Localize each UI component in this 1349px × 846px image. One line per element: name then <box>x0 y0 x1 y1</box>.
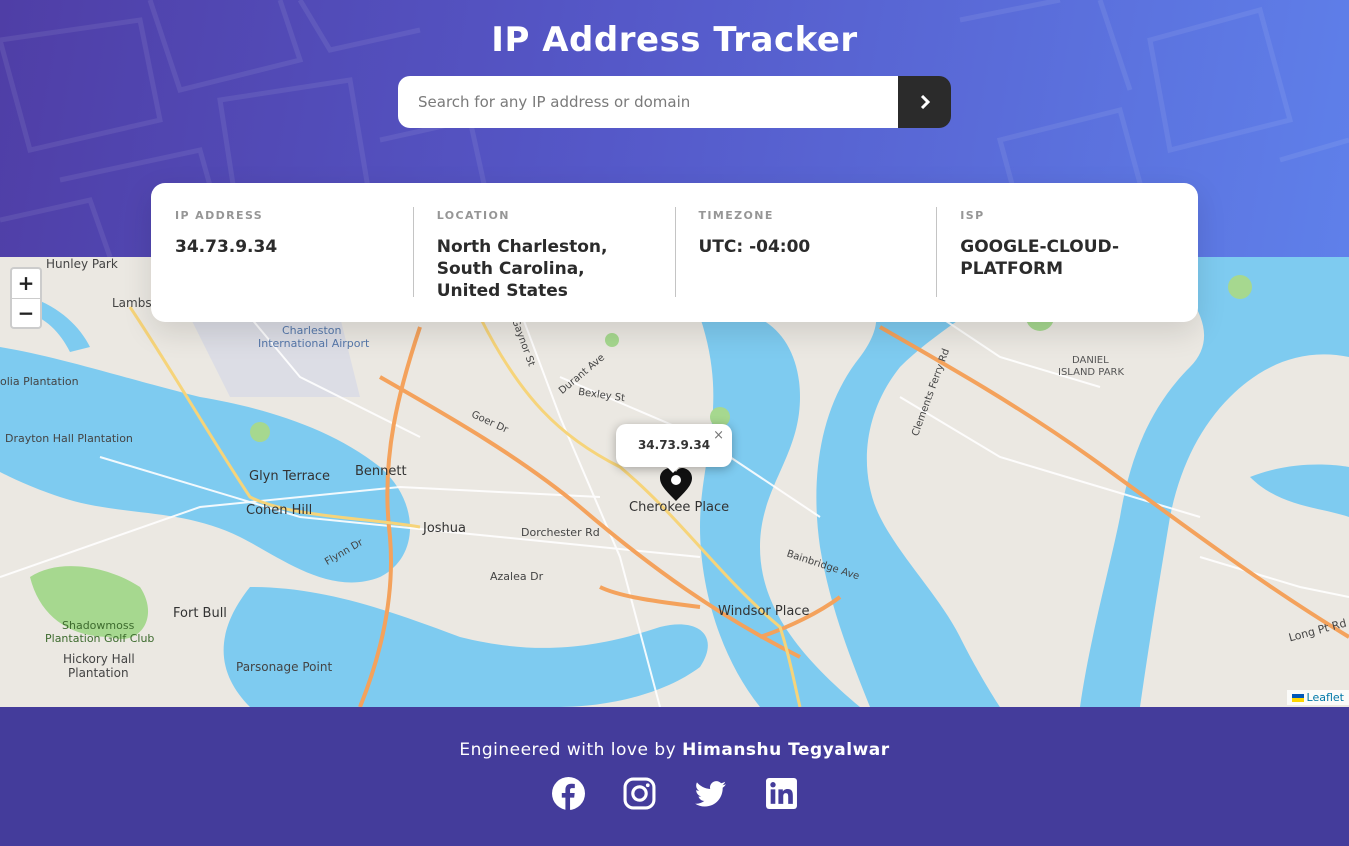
leaflet-link[interactable]: Leaflet <box>1307 691 1344 704</box>
map-label: DANIEL <box>1072 355 1109 366</box>
map-label: Charleston <box>282 324 342 337</box>
map-label: Parsonage Point <box>236 660 333 674</box>
zoom-control: + − <box>10 267 42 329</box>
location-label: LOCATION <box>436 209 510 222</box>
map-view[interactable]: Hunley Park Lambs Charleston Internation… <box>0 257 1349 707</box>
map-label: ISLAND PARK <box>1058 367 1125 378</box>
timezone-value: UTC: -04:00 <box>698 237 811 257</box>
popup-tip <box>665 465 681 473</box>
ukraine-flag-icon <box>1291 694 1304 702</box>
map-label: Windsor Place <box>718 604 810 619</box>
page-title: IP Address Tracker <box>491 20 858 60</box>
search-bar <box>398 76 951 128</box>
map-label: Hunley Park <box>46 257 118 271</box>
search-button[interactable] <box>898 76 951 128</box>
isp-value: GOOGLE-CLOUD-PLATFORM <box>960 237 1120 279</box>
map-label: Plantation <box>68 666 129 680</box>
credit-prefix: Engineered with love by <box>459 740 683 760</box>
map-label: Hickory Hall <box>63 652 135 666</box>
map-label: Fort Bull <box>173 606 227 621</box>
instagram-icon[interactable] <box>623 777 656 810</box>
zoom-in-button[interactable]: + <box>12 269 40 299</box>
map-label: Cherokee Place <box>629 500 730 515</box>
map-label: olia Plantation <box>0 375 79 388</box>
facebook-icon[interactable] <box>552 777 585 810</box>
ip-address-section: IP ADDRESS 34.73.9.34 <box>151 207 413 298</box>
linkedin-icon[interactable] <box>765 777 798 810</box>
map-attribution: Leaflet <box>1286 690 1349 705</box>
map-label: Joshua <box>423 521 467 536</box>
map-label: Dorchester Rd <box>521 526 600 539</box>
ip-info-card: IP ADDRESS 34.73.9.34 LOCATION North Cha… <box>151 183 1198 322</box>
twitter-icon[interactable] <box>694 777 727 810</box>
map-label: Glyn Terrace <box>249 469 331 484</box>
isp-label: ISP <box>960 209 985 222</box>
ip-address-value: 34.73.9.34 <box>175 237 278 257</box>
map-label: Shadowmoss <box>62 619 135 632</box>
location-section: LOCATION North Charleston, South Carolin… <box>412 207 675 301</box>
zoom-out-button[interactable]: − <box>12 299 40 328</box>
location-value: North Charleston, South Carolina, United… <box>436 237 608 301</box>
marker-popup: 34.73.9.34 × <box>616 424 732 467</box>
map-label: Cohen Hill <box>246 503 313 518</box>
map-label: Lambs <box>112 296 152 310</box>
timezone-label: TIMEZONE <box>698 209 774 222</box>
social-links <box>552 777 798 810</box>
map-label: Plantation Golf Club <box>45 632 155 645</box>
isp-section: ISP GOOGLE-CLOUD-PLATFORM <box>936 207 1198 298</box>
footer-credit: Engineered with love by Himanshu Tegyalw… <box>0 740 1349 760</box>
ip-address-label: IP ADDRESS <box>175 209 264 222</box>
timezone-section: TIMEZONE UTC: -04:00 <box>674 207 937 298</box>
chevron-right-icon <box>920 95 930 109</box>
popup-close-button[interactable]: × <box>713 428 724 443</box>
map-label: Bennett <box>355 464 407 479</box>
search-input[interactable] <box>398 76 898 128</box>
map-label: International Airport <box>258 337 370 350</box>
footer: Engineered with love by Himanshu Tegyalw… <box>0 707 1349 846</box>
map-label: Azalea Dr <box>490 570 544 583</box>
author-name: Himanshu Tegyalwar <box>682 740 890 760</box>
map-label: Drayton Hall Plantation <box>5 432 133 445</box>
